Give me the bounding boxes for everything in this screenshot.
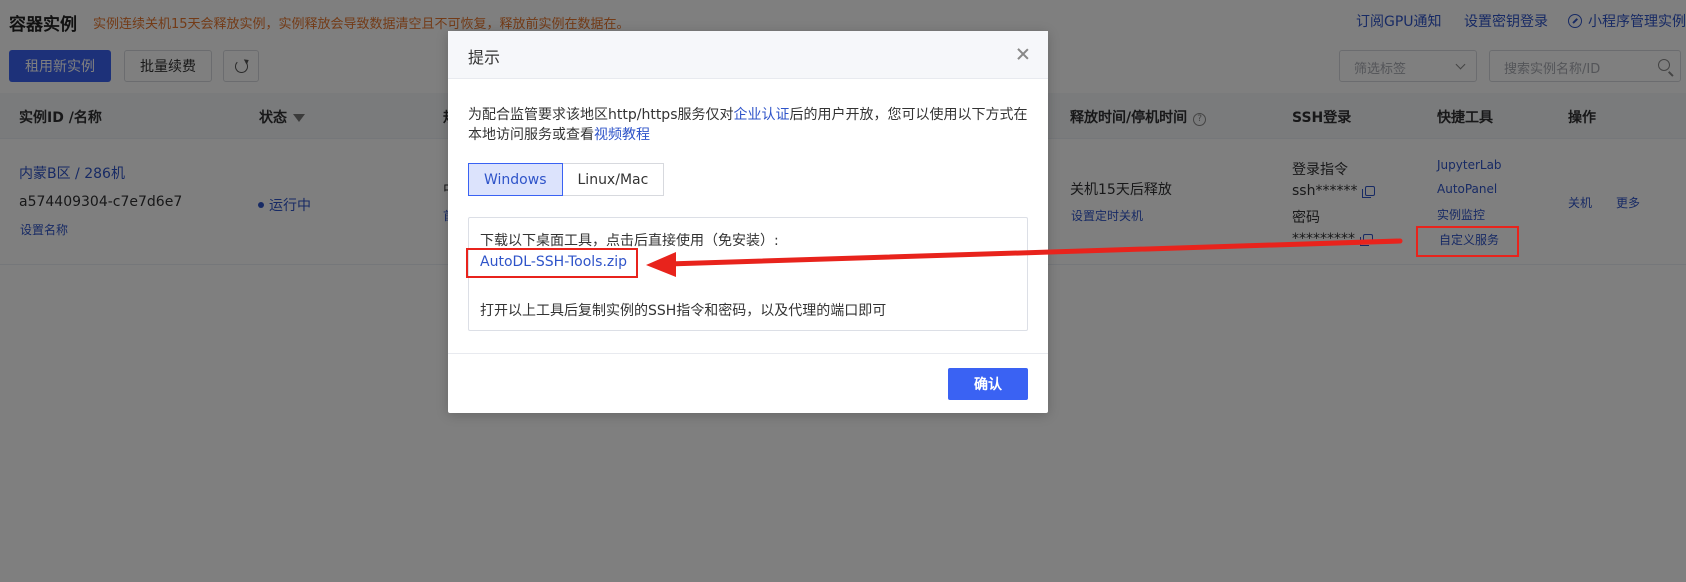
confirm-button[interactable]: 确认: [948, 368, 1028, 400]
tab-windows[interactable]: Windows: [468, 163, 563, 196]
annotation-box-custom-service: [1416, 226, 1519, 257]
dialog-footer: 确认: [448, 353, 1048, 413]
usage-hint: 打开以上工具后复制实例的SSH指令和密码，以及代理的端口即可: [480, 303, 887, 319]
dialog-header: 提示: [448, 31, 1048, 79]
video-tutorial-link[interactable]: 视频教程: [594, 127, 650, 143]
dialog-title: 提示: [468, 48, 501, 67]
enterprise-auth-link[interactable]: 企业认证: [734, 107, 790, 123]
os-tab-group: Windows Linux/Mac: [468, 163, 665, 196]
dialog-description: 为配合监管要求该地区http/https服务仅对企业认证后的用户开放，您可以使用…: [468, 105, 1033, 145]
tab-linux-mac[interactable]: Linux/Mac: [562, 163, 665, 196]
download-hint: 下载以下桌面工具，点击后直接使用（免安装）:: [480, 233, 779, 249]
tip-dialog: 提示 为配合监管要求该地区http/https服务仅对企业认证后的用户开放，您可…: [448, 31, 1048, 413]
annotation-box-zip: [466, 248, 638, 278]
close-icon[interactable]: [1016, 47, 1030, 61]
desc-text-1: 为配合监管要求该地区http/https服务仅对: [468, 107, 734, 123]
